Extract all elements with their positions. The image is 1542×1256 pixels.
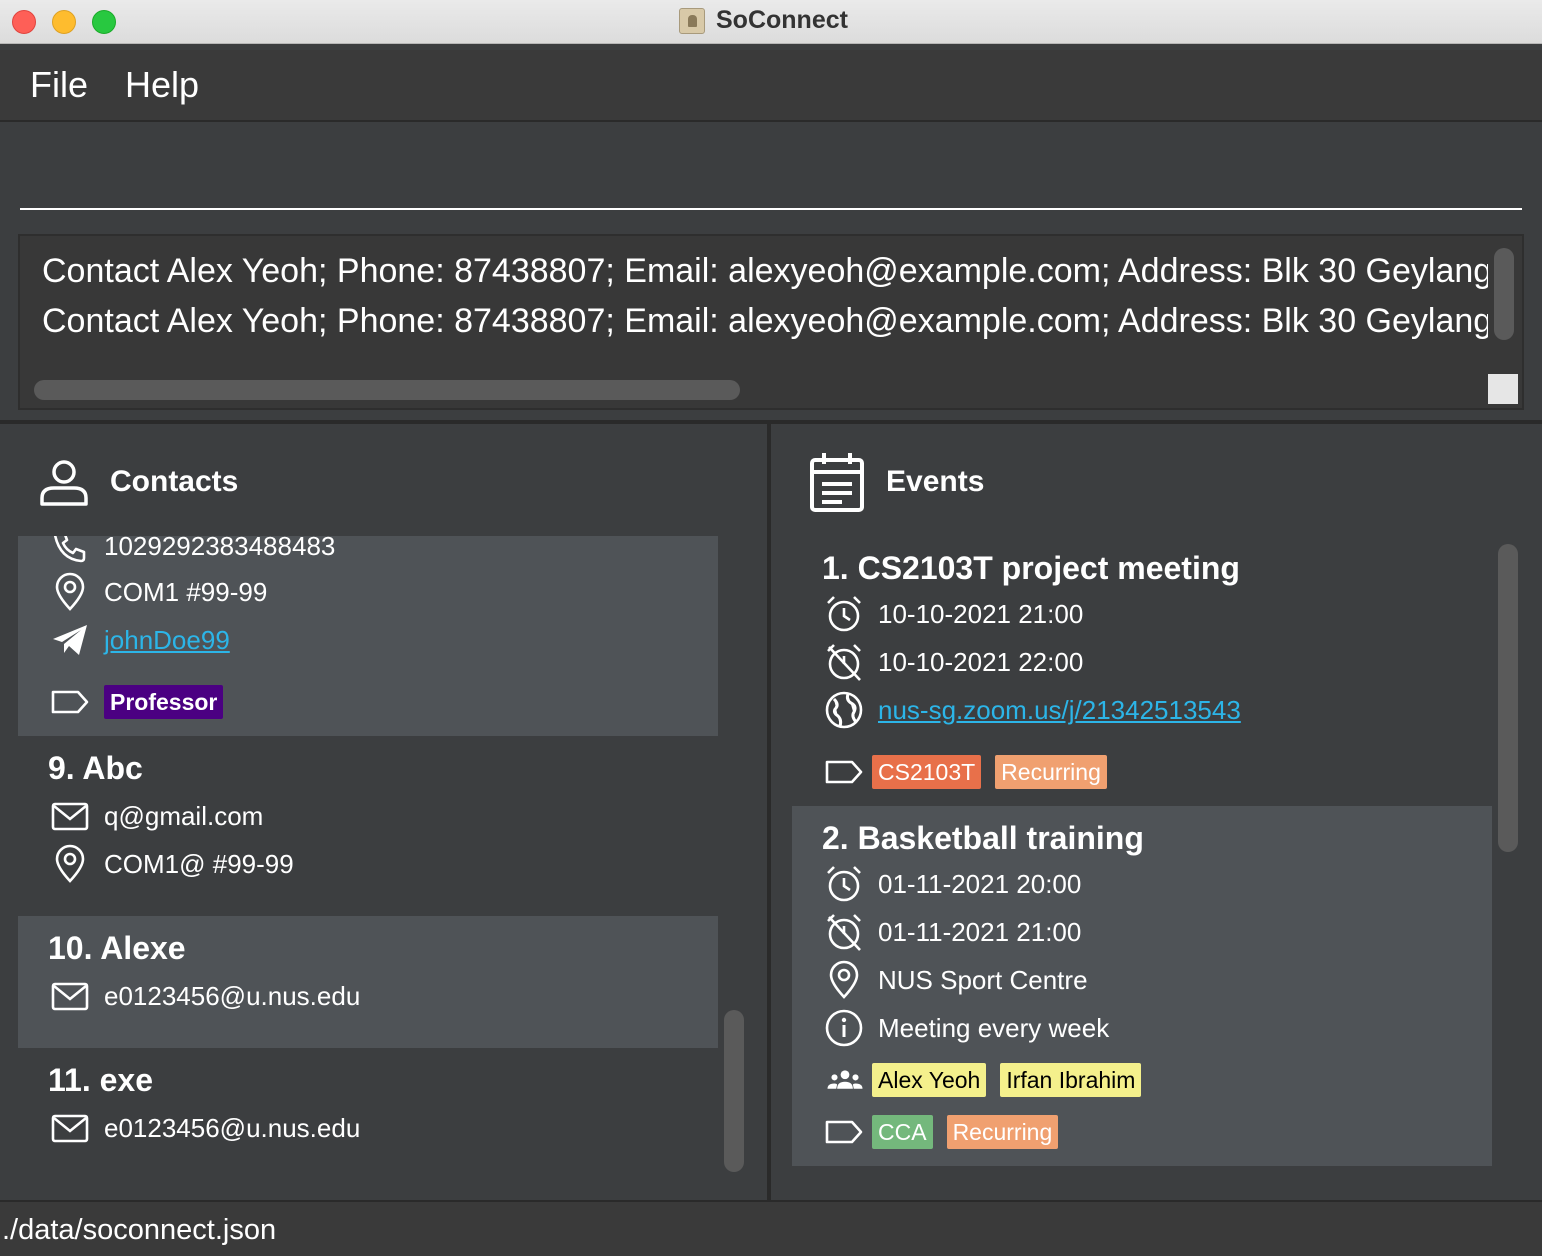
event-description-row: Meeting every week [824,1008,1109,1048]
contact-email-row: e0123456@u.nus.edu [50,976,360,1016]
contact-card[interactable]: 11. exe e0123456@u.nus.edu [18,1048,718,1180]
tag-icon [824,752,866,792]
contacts-scrollbar[interactable] [724,1010,744,1172]
contact-phone: 1029292383488483 [104,536,336,561]
event-end: 10-10-2021 22:00 [878,646,1084,677]
event-start-row: 10-10-2021 21:00 [824,594,1083,634]
contact-email: q@gmail.com [104,800,264,831]
close-window-button[interactable] [12,10,36,34]
contact-email: e0123456@u.nus.edu [104,980,361,1011]
minimize-window-button[interactable] [52,10,76,34]
contact-address-row: COM1@ #99-99 [50,844,294,884]
event-card[interactable]: 1. CS2103T project meeting 10-10-2021 21… [792,536,1492,806]
app-icon [679,8,705,34]
event-start: 01-11-2021 20:00 [878,868,1082,899]
command-box [0,122,1542,222]
result-horizontal-scrollbar[interactable] [34,380,740,400]
zoom-link[interactable]: nus-sg.zoom.us/j/21342513543 [878,695,1241,726]
tag-icon [824,1112,866,1152]
result-line: Contact Alex Yeoh; Phone: 87438807; Emai… [42,252,1488,290]
participant-badge: Alex Yeoh [872,1063,987,1097]
zoom-window-button[interactable] [92,10,116,34]
contact-email-row: q@gmail.com [50,796,263,836]
event-end: 01-11-2021 21:00 [878,916,1082,947]
telegram-link[interactable]: johnDoe99 [104,625,230,656]
participant-badge: Irfan Ibrahim [1000,1063,1142,1097]
result-vertical-scrollbar[interactable] [1494,248,1514,340]
event-end-row: 10-10-2021 22:00 [824,642,1083,682]
result-display: Contact Alex Yeoh; Phone: 87438807; Emai… [18,234,1524,410]
tag-cs2103t: CS2103T [872,755,982,789]
alarm-clock-icon [824,864,866,904]
contact-address: COM1 #99-99 [104,576,268,607]
event-participants-row: Alex Yeoh Irfan Ibrahim [824,1060,1155,1100]
event-address: NUS Sport Centre [878,964,1088,995]
title-bar: SoConnect [0,0,1542,44]
menu-help[interactable]: Help [125,64,199,106]
event-description: Meeting every week [878,1012,1110,1043]
email-icon [50,976,92,1016]
alarm-off-icon [824,912,866,952]
contact-name: 9. Abc [48,750,143,786]
event-start: 10-10-2021 21:00 [878,598,1084,629]
group-icon [824,1060,866,1100]
events-scrollbar[interactable] [1498,544,1518,852]
contact-name: 11. exe [48,1062,153,1098]
events-list[interactable]: 1. CS2103T project meeting 10-10-2021 21… [792,536,1492,1180]
window-title: SoConnect [716,6,848,34]
email-icon [50,796,92,836]
alarm-off-icon [824,642,866,682]
calendar-icon [808,450,866,514]
globe-icon [824,690,866,730]
contact-telegram-row: johnDoe99 [50,620,230,660]
panel-splitter[interactable] [767,424,771,1200]
events-header: Events [808,452,984,512]
event-zoom-row: nus-sg.zoom.us/j/21342513543 [824,690,1241,730]
menu-bar: File Help [0,50,1542,122]
location-pin-icon [50,572,92,612]
event-title: 1. CS2103T project meeting [822,550,1240,586]
contact-tags-row: Professor [50,682,237,722]
event-start-row: 01-11-2021 20:00 [824,864,1081,904]
menu-file[interactable]: File [30,64,88,106]
tag-recurring: Recurring [946,1115,1059,1149]
person-icon [38,456,90,508]
alarm-clock-icon [824,594,866,634]
event-title: 2. Basketball training [822,820,1144,856]
phone-icon [50,536,92,566]
tag-icon [50,682,92,722]
email-icon [50,1108,92,1148]
info-icon [824,1008,866,1048]
save-location: ./data/soconnect.json [2,1214,277,1246]
contacts-list[interactable]: 1029292383488483 COM1 #99-99 johnDoe99 P… [18,536,718,1180]
location-pin-icon [824,960,866,1000]
contacts-title: Contacts [110,465,239,498]
tag-professor: Professor [104,685,224,719]
contacts-header: Contacts [38,452,238,512]
contact-email: e0123456@u.nus.edu [104,1112,361,1143]
event-card[interactable]: 2. Basketball training 01-11-2021 20:00 … [792,806,1492,1166]
telegram-icon [50,620,92,660]
contact-phone-row: 1029292383488483 [50,536,335,566]
event-tags-row: CS2103T Recurring [824,752,1121,792]
contact-card[interactable]: 10. Alexe e0123456@u.nus.edu [18,916,718,1048]
contact-address-row: COM1 #99-99 [50,572,267,612]
location-pin-icon [50,844,92,884]
contact-name: 10. Alexe [48,930,186,966]
result-line: Contact Alex Yeoh; Phone: 87438807; Emai… [42,302,1488,340]
contact-email-row: e0123456@u.nus.edu [50,1108,360,1148]
event-tags-row: CCA Recurring [824,1112,1072,1152]
contact-address: COM1@ #99-99 [104,848,294,879]
contact-card[interactable]: 9. Abc q@gmail.com COM1@ #99-99 [18,736,718,916]
tag-recurring: Recurring [995,755,1107,789]
scroll-corner [1488,374,1518,404]
event-end-row: 01-11-2021 21:00 [824,912,1081,952]
status-bar: ./data/soconnect.json [0,1200,1542,1256]
command-input[interactable] [20,122,1522,210]
contact-card[interactable]: 1029292383488483 COM1 #99-99 johnDoe99 P… [18,536,718,736]
tag-cca: CCA [872,1115,933,1149]
events-title: Events [886,465,985,498]
event-address-row: NUS Sport Centre [824,960,1088,1000]
divider [0,420,1542,424]
